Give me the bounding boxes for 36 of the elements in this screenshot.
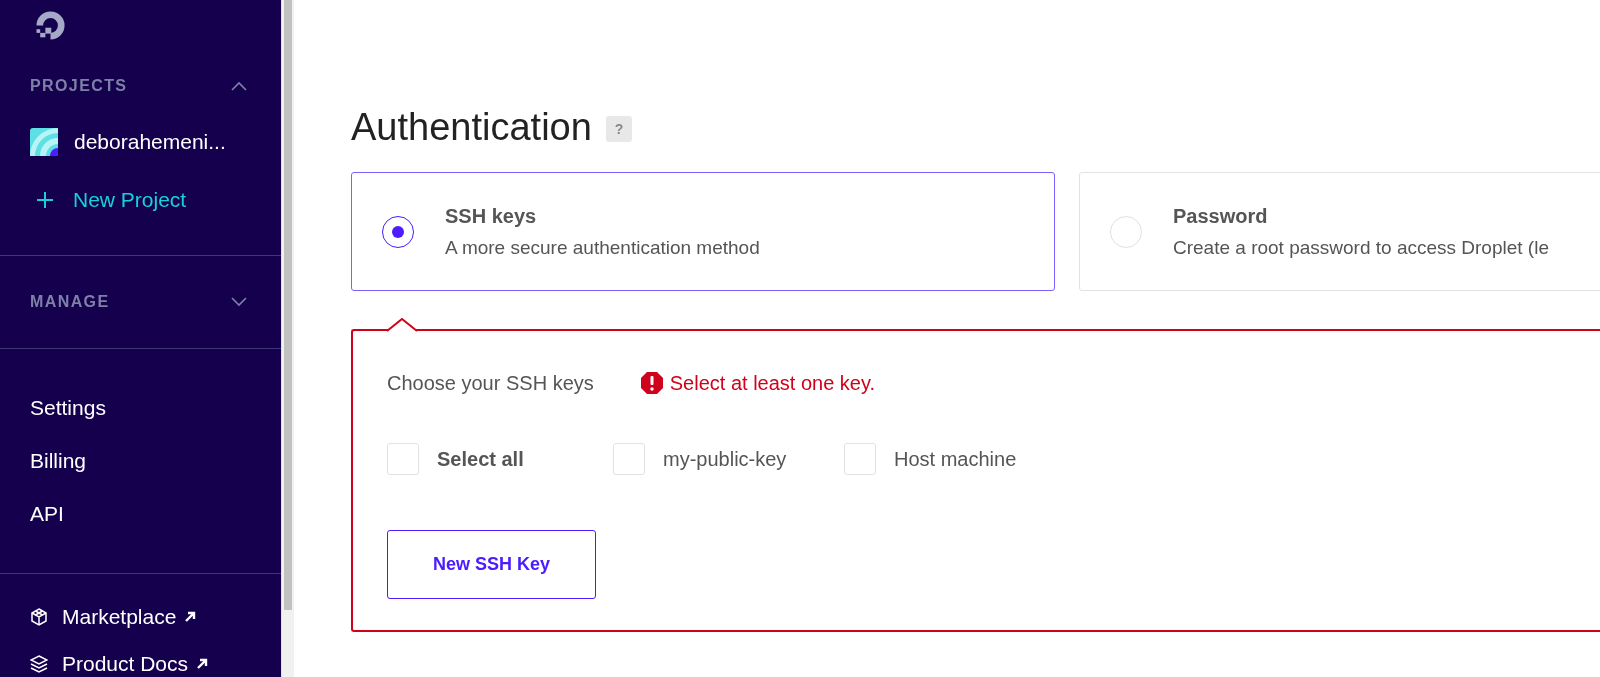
section-title: PROJECTS [30,77,128,95]
checkbox[interactable] [613,443,645,475]
checkbox-label: Select all [437,447,524,471]
option-description: Create a root password to access Droplet (le [1173,236,1549,259]
chevron-down-icon[interactable] [231,297,247,307]
option-description: A more secure authentication method [445,236,760,259]
checkbox-label: Host machine [894,447,1017,471]
checkbox[interactable] [387,443,419,475]
option-title: Password [1173,204,1269,228]
layers-icon [30,655,48,673]
auth-option-card[interactable]: SSH keys A more secure authentication method [351,172,1055,291]
scrollbar[interactable] [281,0,294,677]
nav-link[interactable]: API [30,501,251,527]
external-arrow-icon [196,658,209,670]
auth-option-card[interactable]: Password Create a root password to access Droplet (le [1079,172,1600,291]
new-ssh-key-button[interactable]: New SSH Key [387,530,596,599]
project-link[interactable]: deborahemeni... [74,130,226,154]
error-icon [639,371,664,395]
project-icon [30,128,58,156]
external-arrow-icon [184,611,197,623]
nav-link[interactable]: Billing [30,448,251,474]
section-title: MANAGE [30,293,110,311]
scrollbar-thumb[interactable] [284,0,292,610]
nav-link[interactable]: Settings [30,395,251,421]
cube-icon [30,608,48,626]
plus-icon [37,192,53,208]
external-link[interactable]: Product Docs [62,651,189,677]
section-heading: Authentication [351,105,592,150]
checkbox-label: my-public-key [663,447,787,471]
new-project-link[interactable]: New Project [73,188,187,212]
checkbox[interactable] [844,443,876,475]
external-link[interactable]: Marketplace [62,604,177,630]
field-label: Choose your SSH keys [387,371,594,395]
error-message: Select at least one key. [669,371,876,395]
option-title: SSH keys [445,204,538,228]
chevron-up-icon[interactable] [231,81,247,91]
